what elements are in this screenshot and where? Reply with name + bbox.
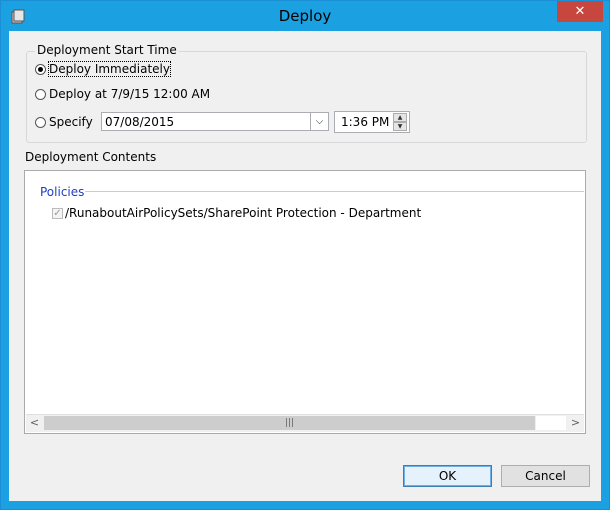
radio-circle-icon[interactable] [35,63,46,75]
ok-button[interactable]: OK [403,465,492,487]
spin-up-icon[interactable]: ▲ [393,113,407,122]
spin-down-icon[interactable]: ▼ [393,122,407,131]
contents-label: Deployment Contents [25,150,157,164]
time-picker[interactable]: 1:36 PM ▲ ▼ [334,111,410,133]
policies-header: Policies [40,185,85,199]
policies-divider [85,191,584,192]
close-button[interactable]: ✕ [557,1,603,22]
window-title: Deploy [278,7,332,25]
horizontal-scrollbar[interactable]: < ||| > [26,414,584,432]
radio-circle-icon[interactable] [35,88,46,100]
dialog-client: Deployment Start Time Deploy Immediately… [9,31,601,501]
radio-label: Specify [49,115,93,129]
chevron-down-icon[interactable]: ⌵ [310,113,328,130]
deploy-dialog: Deploy ✕ Deployment Start Time Deploy Im… [0,0,610,510]
time-value: 1:36 PM [341,115,390,129]
policy-item[interactable]: ✓ /RunaboutAirPolicySets/SharePoint Prot… [52,206,421,220]
policy-label: /RunaboutAirPolicySets/SharePoint Protec… [65,206,422,220]
contents-tree[interactable]: Policies ✓ /RunaboutAirPolicySets/ShareP… [24,170,586,434]
scroll-right-icon[interactable]: > [567,415,584,432]
date-value: 07/08/2015 [105,115,175,129]
scroll-track[interactable] [536,416,566,430]
radio-circle-icon[interactable] [35,116,46,128]
radio-deploy-at[interactable]: Deploy at 7/9/15 12:00 AM [35,86,210,102]
cancel-button[interactable]: Cancel [501,465,590,487]
date-picker[interactable]: 07/08/2015 ⌵ [101,112,329,131]
start-time-group: Deployment Start Time Deploy Immediately… [26,43,587,143]
start-time-group-label: Deployment Start Time [35,43,179,57]
scroll-thumb[interactable]: ||| [44,416,535,430]
radio-label: Deploy Immediately [48,61,171,77]
radio-label: Deploy at 7/9/15 12:00 AM [49,87,211,101]
scroll-left-icon[interactable]: < [26,415,43,432]
radio-specify[interactable]: Specify [35,114,93,130]
radio-deploy-immediately[interactable]: Deploy Immediately [35,61,171,77]
title-bar[interactable]: Deploy ✕ [1,1,609,31]
time-spinner: ▲ ▼ [393,113,407,131]
checkbox-checked-icon[interactable]: ✓ [52,207,63,219]
